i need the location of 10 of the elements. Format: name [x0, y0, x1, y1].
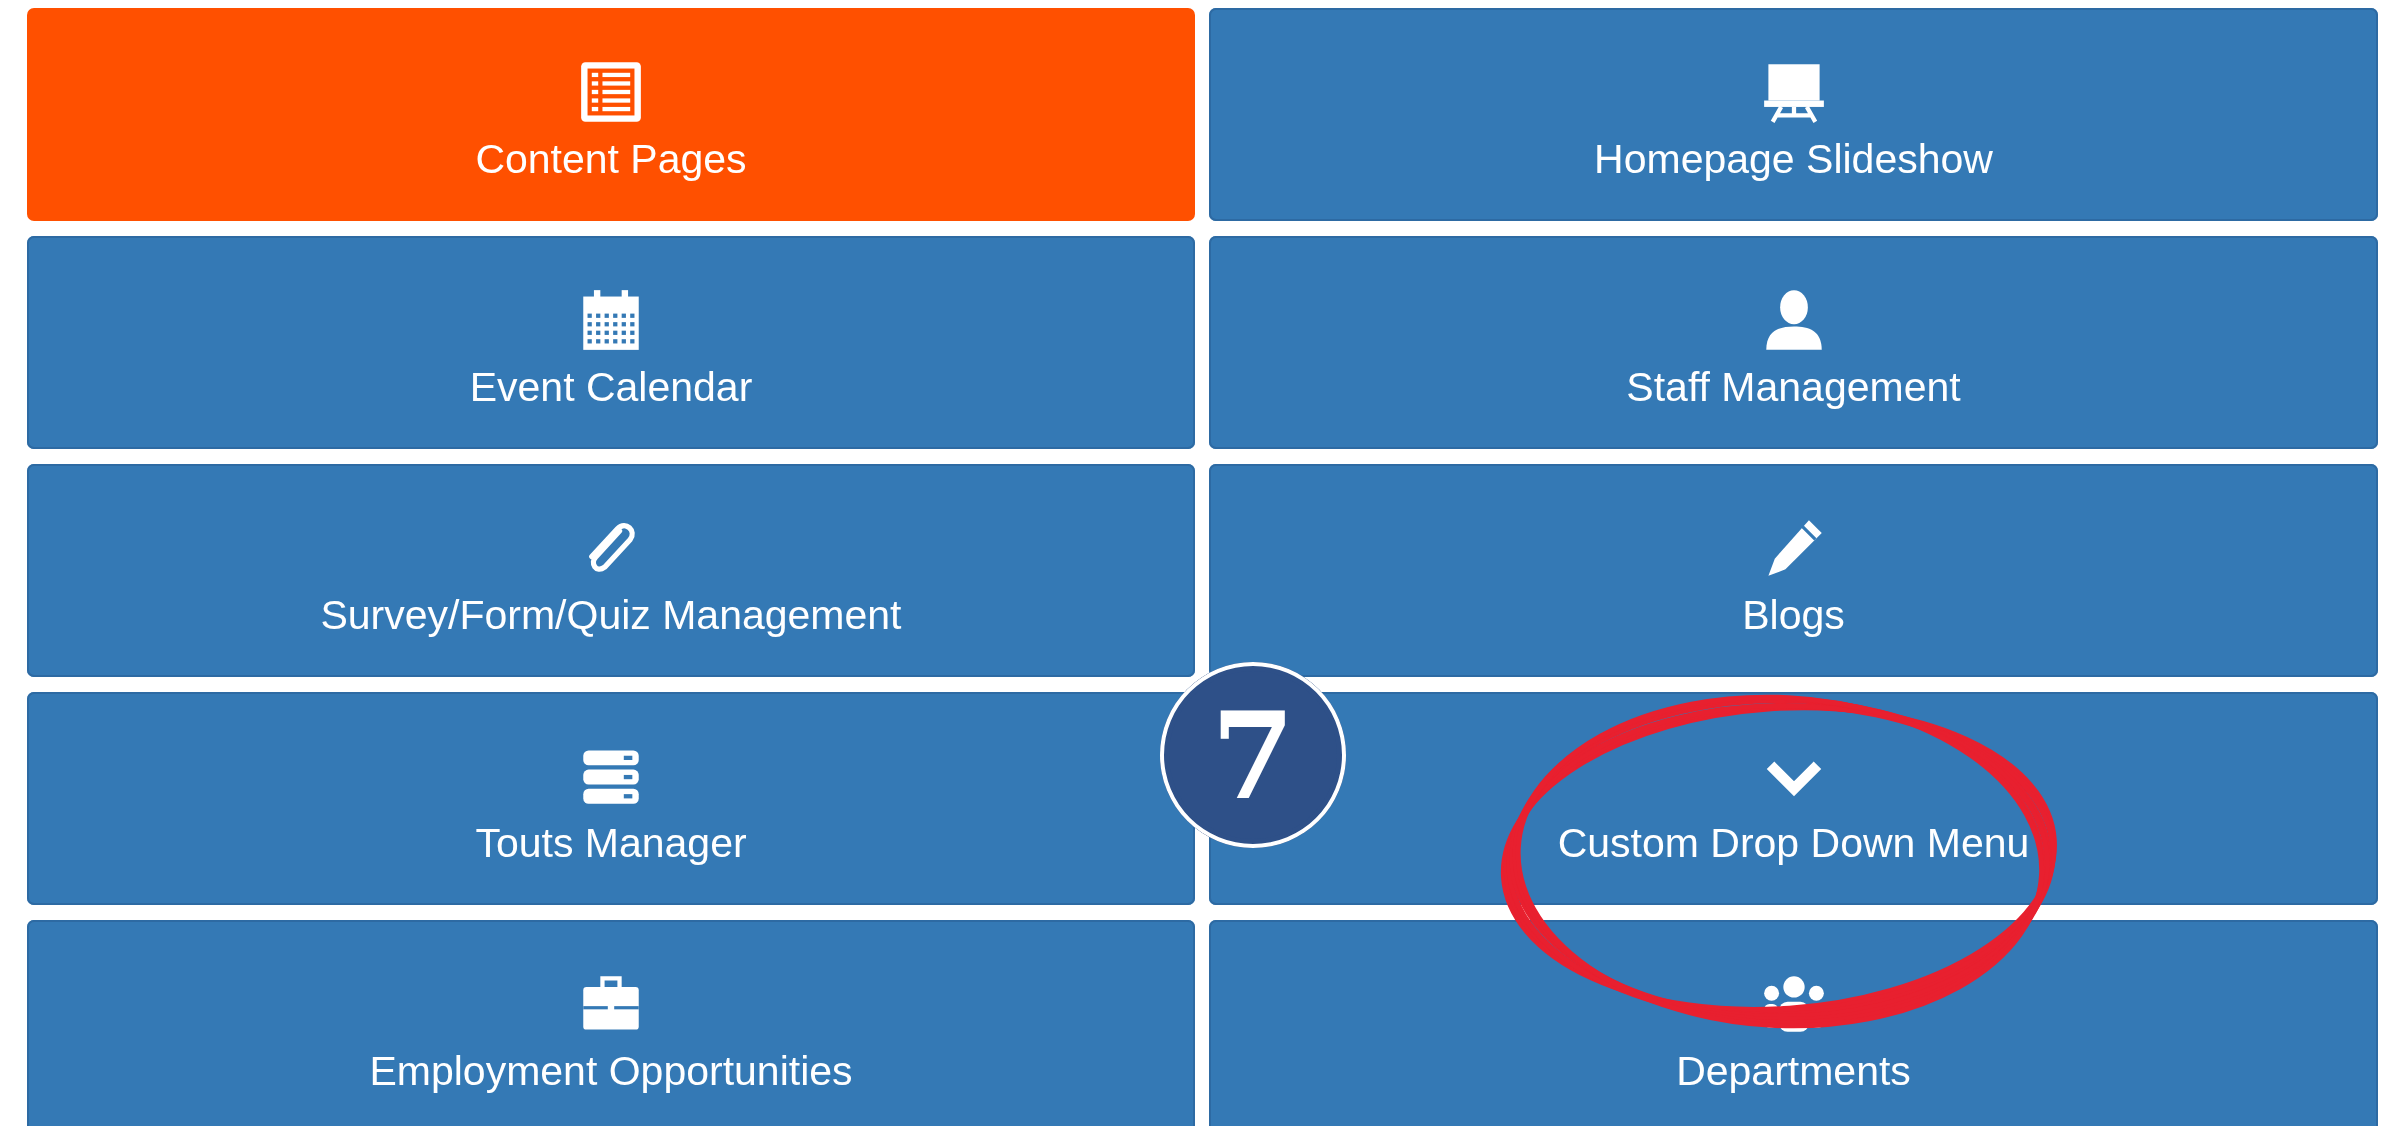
dashboard-tile[interactable]: Content Pages: [27, 8, 1195, 221]
list-icon: [579, 60, 643, 124]
dashboard-tile[interactable]: Survey/Form/Quiz Management: [27, 464, 1195, 677]
dashboard-tile[interactable]: Event Calendar: [27, 236, 1195, 449]
dashboard-tile[interactable]: Staff Management: [1209, 236, 2378, 449]
dashboard-tile[interactable]: Touts Manager: [27, 692, 1195, 905]
dashboard-tile[interactable]: Employment Opportunities: [27, 920, 1195, 1126]
dashboard-tile[interactable]: Blogs: [1209, 464, 2378, 677]
dashboard-tile[interactable]: Homepage Slideshow: [1209, 8, 2378, 221]
dashboard-tile[interactable]: Departments: [1209, 920, 2378, 1126]
